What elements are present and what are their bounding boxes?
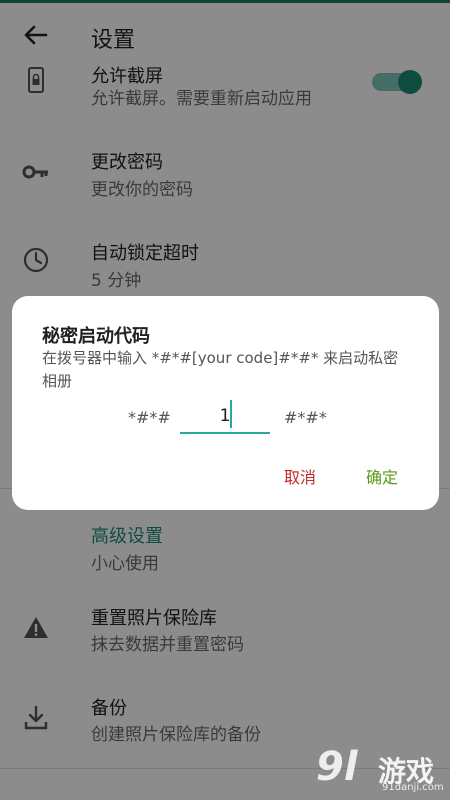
dialog-title: 秘密启动代码 [42,326,150,347]
secret-code-dialog: 秘密启动代码 在拨号器中输入 *#*#[your code]#*#* 来启动私密… [12,296,439,510]
watermark-url: 91danji.com [382,782,444,793]
text-caret [230,400,232,428]
code-prefix: *#*# [128,408,171,427]
secret-code-input[interactable] [180,400,270,434]
confirm-button[interactable]: 确定 [366,464,398,488]
dialog-message: 在拨号器中输入 *#*#[your code]#*#* 来启动私密相册 [42,349,399,390]
watermark-number: 9l [316,744,358,790]
site-watermark: 9l 游戏 91danji.com [316,744,446,798]
settings-screen: 设置 允许截屏 允许截屏。需要重新启动应用 更改密码 更改你的密码 自动锁定超时… [0,0,450,800]
code-suffix: #*#* [284,408,327,427]
cancel-button[interactable]: 取消 [284,464,316,488]
